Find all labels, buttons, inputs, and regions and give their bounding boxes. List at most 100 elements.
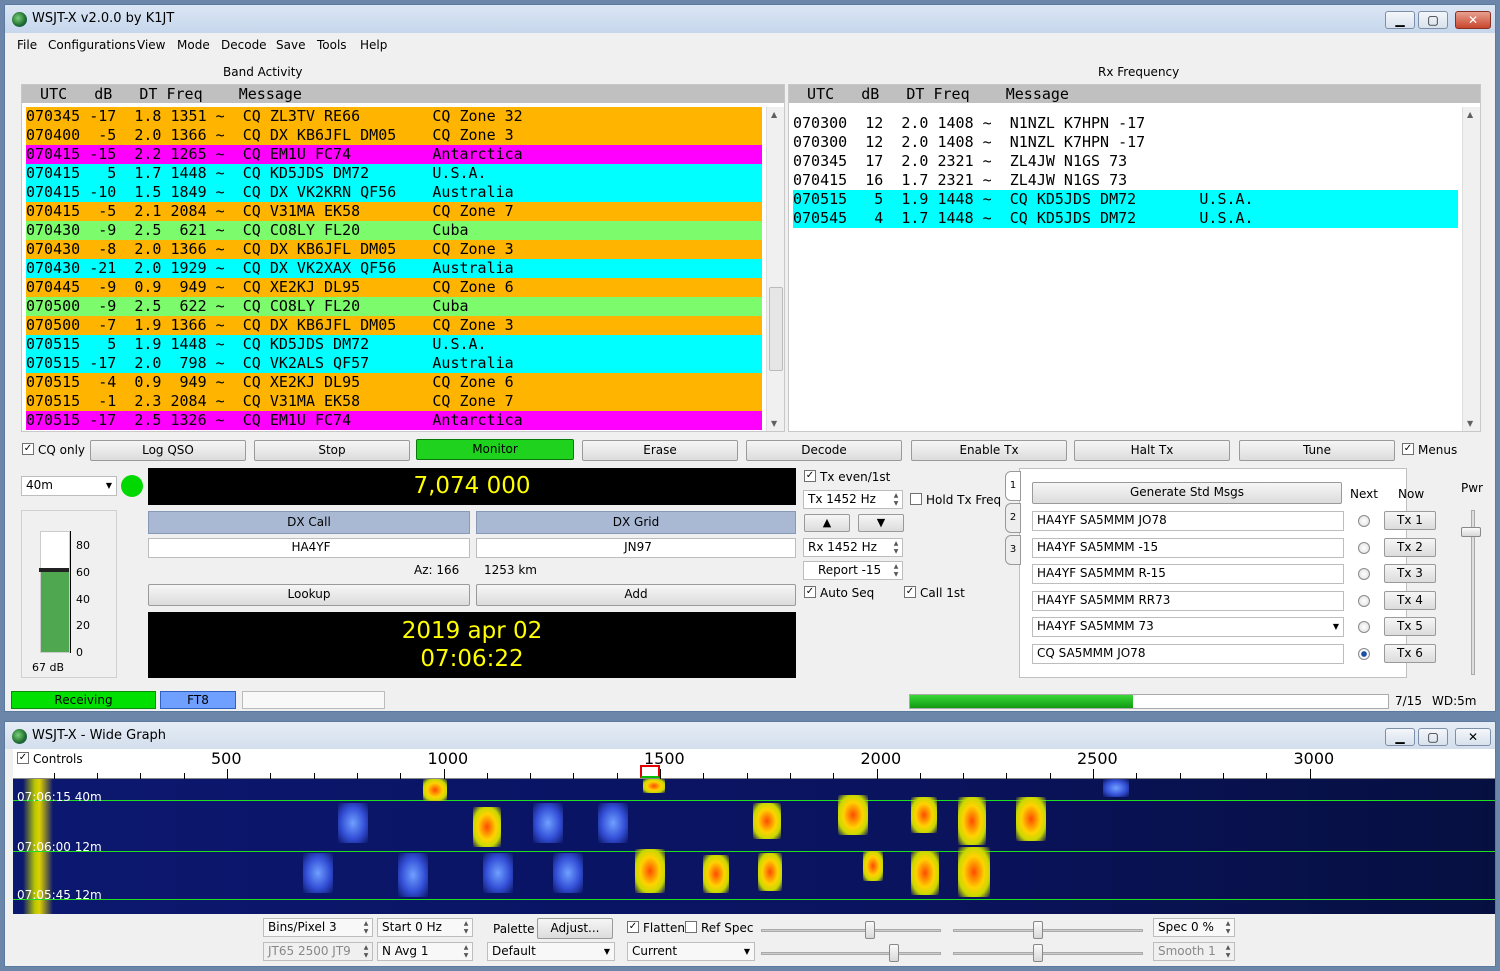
close-button[interactable]: ✕ <box>1455 11 1491 29</box>
power-slider-handle[interactable] <box>1461 527 1481 537</box>
band-activity-panel[interactable]: UTC dB DT Freq Message 070345 -17 1.8 13… <box>21 84 785 432</box>
rx-frequency-row[interactable]: 070515 5 1.9 1448 ~ CQ KD5JDS DM72 U.S.A… <box>793 190 1458 209</box>
smooth-spinbox[interactable]: Smooth 1 ▲ ▼ <box>1153 942 1235 961</box>
menu-mode[interactable]: Mode <box>177 38 210 52</box>
band-activity-row[interactable]: 070430 -8 2.0 1366 ~ CQ DX KB6JFL DM05 C… <box>26 240 762 259</box>
band-activity-row[interactable]: 070515 -1 2.3 2084 ~ CQ V31MA EK58 CQ Zo… <box>26 392 762 411</box>
spec-zero-slider-handle[interactable] <box>1033 944 1043 962</box>
band-activity-row[interactable]: 070415 -5 2.1 2084 ~ CQ V31MA EK58 CQ Zo… <box>26 202 762 221</box>
adjust-palette-button[interactable]: Adjust... <box>537 918 613 939</box>
band-activity-row[interactable]: 070515 -4 0.9 949 ~ CQ XE2KJ DL95 CQ Zon… <box>26 373 762 392</box>
enable-tx-button[interactable]: Enable Tx <box>911 440 1067 461</box>
menu-configurations[interactable]: Configurations <box>48 38 136 52</box>
band-activity-row[interactable]: 070445 -9 0.9 949 ~ CQ XE2KJ DL95 CQ Zon… <box>26 278 762 297</box>
tx-5-button[interactable]: Tx 5 <box>1384 617 1436 636</box>
palette-select[interactable]: Default ▼ <box>487 942 615 961</box>
next-radio-3[interactable] <box>1358 568 1370 580</box>
next-radio-2[interactable] <box>1358 541 1370 554</box>
menu-view[interactable]: View <box>137 38 165 52</box>
band-activity-row[interactable]: 070515 5 1.9 1448 ~ CQ KD5JDS DM72 U.S.A… <box>26 335 762 354</box>
call-1st-checkbox[interactable]: ✓ <box>904 586 916 598</box>
tx-message-3-input[interactable]: HA4YF SA5MMM R-15 <box>1032 564 1344 584</box>
dx-grid-input[interactable]: JN97 <box>476 538 796 558</box>
rx-freq-spinbox[interactable]: Rx 1452 Hz ▲ ▼ <box>803 538 903 557</box>
tx-message-5-input[interactable]: HA4YF SA5MMM 73 ▼ <box>1032 617 1344 637</box>
generate-std-msgs-button[interactable]: Generate Std Msgs <box>1032 482 1342 504</box>
tx-message-1-input[interactable]: HA4YF SA5MMM JO78 <box>1032 511 1344 531</box>
band-select[interactable]: 40m ▼ <box>21 476 117 496</box>
tx-message-2-input[interactable]: HA4YF SA5MMM -15 <box>1032 537 1344 558</box>
spec-gain-slider-handle[interactable] <box>889 944 899 962</box>
freq-up-button[interactable]: ▲ <box>804 514 850 532</box>
rx-frequency-row[interactable]: 070300 12 2.0 1408 ~ N1NZL K7HPN -17 <box>793 114 1458 133</box>
tab-3[interactable]: 3 <box>1005 535 1021 565</box>
menu-decode[interactable]: Decode <box>221 38 267 52</box>
tx-1-button[interactable]: Tx 1 <box>1384 511 1436 530</box>
band-activity-row[interactable]: 070415 5 1.7 1448 ~ CQ KD5JDS DM72 U.S.A… <box>26 164 762 183</box>
spec-spinbox[interactable]: Spec 0 % ▲ ▼ <box>1153 918 1235 937</box>
band-activity-row[interactable]: 070515 -17 2.0 798 ~ CQ VK2ALS QF57 Aust… <box>26 354 762 373</box>
band-activity-row[interactable]: 070500 -7 1.9 1366 ~ CQ DX KB6JFL DM05 C… <box>26 316 762 335</box>
freq-down-button[interactable]: ▼ <box>858 514 904 532</box>
band-activity-row[interactable]: 070400 -5 2.0 1366 ~ CQ DX KB6JFL DM05 C… <box>26 126 762 145</box>
band-activity-row[interactable]: 070515 -17 2.5 1326 ~ CQ EM1U FC74 Antar… <box>26 411 762 430</box>
report-spinbox[interactable]: Report -15 ▲ ▼ <box>803 561 903 580</box>
gain-slider-handle[interactable] <box>865 921 875 939</box>
tx-message-6-input[interactable]: CQ SA5MMM JO78 <box>1032 643 1344 664</box>
bins-per-pixel-spinbox[interactable]: Bins/Pixel 3 ▲ ▼ <box>263 918 373 937</box>
menus-checkbox[interactable]: ✓ <box>1402 443 1414 455</box>
spec-gain-slider[interactable] <box>761 952 941 955</box>
n-avg-spinbox[interactable]: N Avg 1 ▲ ▼ <box>377 942 473 961</box>
maximize-button[interactable]: ▢ <box>1418 11 1448 29</box>
rx-frequency-row[interactable]: 070545 4 1.7 1448 ~ CQ KD5JDS DM72 U.S.A… <box>793 209 1458 228</box>
menu-tools[interactable]: Tools <box>317 38 347 52</box>
menu-help[interactable]: Help <box>360 38 387 52</box>
flatten-checkbox[interactable]: ✓ <box>627 921 639 933</box>
zero-slider[interactable] <box>953 929 1143 932</box>
tx-message-4-input[interactable]: HA4YF SA5MMM RR73 <box>1032 590 1344 611</box>
spec-zero-slider[interactable] <box>953 952 1143 955</box>
tune-button[interactable]: Tune <box>1239 440 1395 461</box>
menu-save[interactable]: Save <box>276 38 305 52</box>
band-activity-row[interactable]: 070500 -9 2.5 622 ~ CQ CO8LY FL20 Cuba <box>26 297 762 316</box>
tx-2-button[interactable]: Tx 2 <box>1384 537 1436 557</box>
controls-checkbox[interactable]: ✓ <box>17 752 29 764</box>
gain-slider[interactable] <box>761 929 941 932</box>
band-activity-scrollbar[interactable]: ▲ ▼ <box>766 107 784 431</box>
tab-2[interactable]: 2 <box>1005 503 1021 533</box>
tx-4-button[interactable]: Tx 4 <box>1384 590 1436 610</box>
tab-1[interactable]: 1 <box>1005 471 1021 501</box>
tx-rx-marker[interactable] <box>640 765 660 778</box>
tx-6-button[interactable]: Tx 6 <box>1384 643 1436 663</box>
tx-even-checkbox[interactable]: ✓ <box>804 470 816 482</box>
waterfall[interactable]: 07:06:15 40m 07:06:00 12m 07:05:45 12m <box>13 779 1495 914</box>
band-activity-row[interactable]: 070430 -9 2.5 621 ~ CQ CO8LY FL20 Cuba <box>26 221 762 240</box>
auto-seq-checkbox[interactable]: ✓ <box>804 586 816 598</box>
zero-slider-handle[interactable] <box>1033 921 1043 939</box>
log-qso-button[interactable]: Log QSO <box>90 440 246 461</box>
monitor-button[interactable]: Monitor <box>416 439 574 460</box>
next-radio-4[interactable] <box>1358 594 1370 607</box>
erase-button[interactable]: Erase <box>582 440 738 461</box>
rx-frequency-panel[interactable]: UTC dB DT Freq Message 070300 12 2.0 140… <box>788 84 1481 432</box>
rx-frequency-row[interactable]: 070345 17 2.0 2321 ~ ZL4JW N1GS 73 <box>793 152 1458 171</box>
close-button[interactable]: ✕ <box>1455 728 1491 746</box>
lookup-button[interactable]: Lookup <box>148 584 470 606</box>
halt-tx-button[interactable]: Halt Tx <box>1074 440 1230 461</box>
minimize-button[interactable]: ▁ <box>1385 11 1415 29</box>
rx-frequency-row[interactable]: 070300 12 2.0 1408 ~ N1NZL K7HPN -17 <box>793 133 1458 152</box>
band-activity-row[interactable]: 070345 -17 1.8 1351 ~ CQ ZL3TV RE66 CQ Z… <box>26 107 762 126</box>
next-radio-5[interactable] <box>1358 621 1370 633</box>
menu-file[interactable]: File <box>17 38 37 52</box>
tx-freq-spinbox[interactable]: Tx 1452 Hz ▲ ▼ <box>803 490 903 509</box>
next-radio-1[interactable] <box>1358 515 1370 527</box>
ref-spec-checkbox[interactable] <box>685 921 697 933</box>
add-button[interactable]: Add <box>476 584 796 606</box>
decode-button[interactable]: Decode <box>746 440 902 461</box>
band-activity-row[interactable]: 070430 -21 2.0 1929 ~ CQ DX VK2XAX QF56 … <box>26 259 762 278</box>
spectrum-select[interactable]: Current ▼ <box>627 942 755 961</box>
tx-3-button[interactable]: Tx 3 <box>1384 564 1436 583</box>
cq-only-checkbox[interactable]: ✓ <box>22 443 34 455</box>
maximize-button[interactable]: ▢ <box>1418 728 1448 746</box>
hold-tx-freq-checkbox[interactable] <box>910 493 922 505</box>
